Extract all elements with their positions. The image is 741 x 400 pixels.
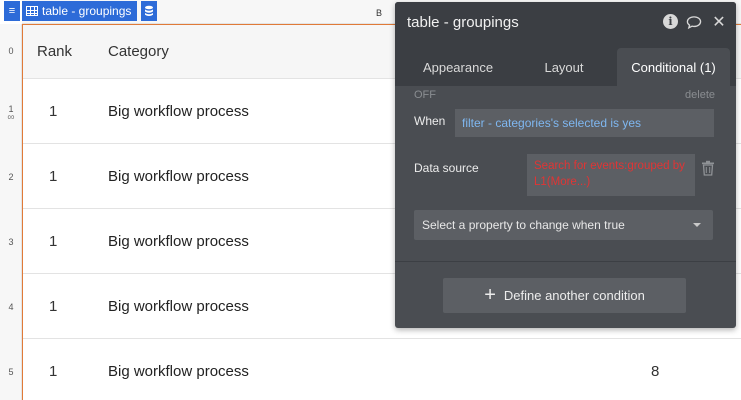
info-icon[interactable]: i [663, 14, 678, 29]
tab-layout[interactable]: Layout [515, 48, 613, 86]
when-label: When [414, 114, 446, 128]
cell-category: Big workflow process [108, 363, 249, 380]
panel-title: table - groupings [407, 14, 519, 31]
panel-tabs: Appearance Layout Conditional (1) [395, 44, 736, 86]
element-label-text: table - groupings [42, 4, 132, 18]
element-label[interactable]: table - groupings [22, 1, 138, 21]
table-row[interactable]: 1 Big workflow process 8 [23, 339, 741, 400]
cell-rank: 1 [49, 103, 58, 120]
hamburger-icon[interactable]: ≡ [4, 1, 20, 21]
header-category: Category [108, 43, 169, 60]
row-number: 3 [8, 237, 14, 247]
cell-category: Big workflow process [108, 233, 249, 250]
tab-appearance[interactable]: Appearance [407, 48, 509, 86]
comment-icon[interactable] [686, 14, 702, 30]
element-tab[interactable]: ≡ table - groupings [4, 1, 158, 21]
editor-canvas: B 0 1 ∞ 2 3 4 5 Rank Category 1 Big work… [0, 0, 741, 400]
data-source-expression-field[interactable]: Search for events:grouped by L1(More...) [527, 154, 695, 196]
cell-rank: 1 [49, 168, 58, 185]
chevron-down-icon [693, 223, 701, 227]
data-source-label: Data source [414, 161, 479, 175]
database-icon[interactable] [141, 1, 158, 21]
link-icon: ∞ [7, 112, 15, 123]
define-button-label: Define another condition [503, 288, 645, 303]
trash-icon[interactable] [701, 160, 715, 176]
property-select-text: Select a property to change when true [422, 218, 625, 232]
cell-category: Big workflow process [108, 298, 249, 315]
header-rank: Rank [37, 43, 73, 60]
cell-rank: 1 [49, 233, 58, 250]
cell-rank: 1 [49, 298, 58, 315]
property-editor-panel: table - groupings i ✕ Appearance Layout … [395, 2, 736, 328]
when-expression-field[interactable]: filter - categories's selected is yes [455, 109, 714, 137]
column-letter: B [376, 8, 383, 18]
cell-category: Big workflow process [108, 103, 249, 120]
row-number: 4 [8, 302, 14, 312]
define-another-condition-button[interactable]: + Define another condition [443, 278, 686, 313]
row-number: 5 [8, 367, 14, 377]
property-select-dropdown[interactable]: Select a property to change when true [414, 210, 713, 240]
close-icon[interactable]: ✕ [711, 14, 727, 31]
plus-icon: + [484, 283, 496, 306]
condition-delete-link[interactable]: delete [685, 89, 715, 101]
panel-header[interactable]: table - groupings i ✕ [395, 2, 736, 44]
tab-conditional[interactable]: Conditional (1) [617, 48, 730, 86]
row-number: 2 [8, 172, 14, 182]
table-icon [26, 6, 38, 16]
row-gutter [0, 24, 22, 400]
panel-divider [395, 261, 736, 262]
cell-rank: 1 [49, 363, 58, 380]
cell-count: 8 [651, 363, 660, 380]
row-number: 0 [8, 46, 14, 56]
cell-category: Big workflow process [108, 168, 249, 185]
condition-off-toggle[interactable]: OFF [414, 89, 436, 101]
